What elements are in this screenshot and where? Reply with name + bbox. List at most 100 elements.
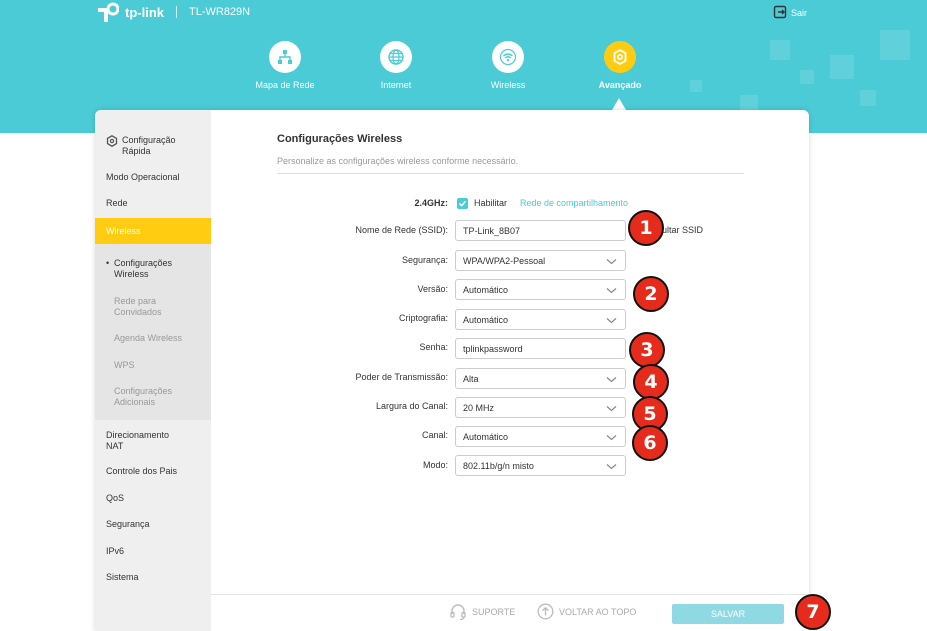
nav-tab-advanced[interactable]: Avançado [575, 41, 665, 90]
sidebar-item-nat-forwarding[interactable]: Direcionamento NAT [95, 430, 185, 452]
sidebar-item-quick-setup[interactable]: Configuração Rápida [95, 135, 211, 157]
annotation-marker: 4 [633, 364, 669, 400]
nav-label: Internet [380, 80, 412, 90]
chevron-down-icon [606, 288, 617, 294]
globe-icon [380, 41, 412, 73]
arrow-up-circle-icon [537, 603, 554, 620]
main-panel: Configuração Rápida Modo Operacional Red… [95, 110, 809, 631]
security-label: Segurança: [401, 255, 448, 265]
submenu-item-wps[interactable]: WPS [114, 360, 135, 371]
tx-power-value: Alta [463, 373, 479, 384]
checkmark-icon [458, 200, 467, 207]
chevron-down-icon [606, 259, 617, 265]
mode-label: Modo: [422, 460, 448, 470]
page-subtitle: Personalize as configurações wireless co… [277, 156, 519, 166]
version-select[interactable]: Automático [455, 279, 626, 300]
nav-label: Mapa de Rede [255, 80, 315, 90]
save-button[interactable]: SALVAR [672, 604, 784, 624]
password-input[interactable]: tplinkpassword [455, 338, 626, 359]
content-area: Configurações Wireless Personalize as co… [211, 110, 809, 631]
gear-icon [604, 41, 636, 73]
bandwidth-value: 20 MHz [463, 402, 495, 413]
password-label: Senha: [419, 342, 448, 352]
enable-label: Habilitar [474, 198, 508, 208]
active-tab-pointer [612, 98, 626, 110]
logout-button[interactable]: Sair [773, 5, 807, 21]
brand-name: tp-link [125, 4, 164, 20]
sidebar-item-qos[interactable]: QoS [95, 493, 211, 504]
submenu-item-wireless-settings[interactable]: • Configurações Wireless [106, 258, 199, 280]
sidebar-item-parental-control[interactable]: Controle dos Pais [95, 466, 211, 477]
annotation-marker: 2 [633, 276, 669, 312]
encryption-select[interactable]: Automático [455, 309, 626, 330]
tx-power-label: Poder de Transmissão: [355, 372, 448, 382]
annotation-marker: 3 [629, 332, 665, 368]
band-label: 2.4GHz: [414, 198, 448, 208]
logo-divider [176, 6, 177, 18]
header-decoration [800, 70, 814, 84]
wireless-submenu: • Configurações Wireless Rede para Convi… [95, 244, 211, 420]
sharing-network-link[interactable]: Rede de compartilhamento [520, 198, 628, 208]
encryption-label: Criptografia: [398, 313, 448, 323]
hide-ssid-label[interactable]: ultar SSID [662, 225, 703, 235]
wifi-icon [492, 41, 524, 73]
chevron-down-icon [606, 318, 617, 324]
support-button[interactable]: SUPORTE [449, 603, 515, 621]
ssid-input[interactable]: TP-Link_8B07 [455, 220, 626, 241]
headset-icon [450, 604, 466, 621]
password-value: tplinkpassword [463, 343, 523, 354]
back-to-top-button[interactable]: VOLTAR AO TOPO [537, 603, 636, 620]
nav-tab-network-map[interactable]: Mapa de Rede [240, 41, 330, 90]
logout-icon [773, 5, 787, 21]
ssid-label: Nome de Rede (SSID): [355, 225, 448, 235]
security-select[interactable]: WPA/WPA2-Pessoal [455, 250, 626, 271]
annotation-marker: 1 [628, 210, 664, 246]
sidebar-item-wireless[interactable]: Wireless [95, 218, 211, 244]
model-name: TL-WR829N [189, 6, 251, 18]
version-label: Versão: [417, 284, 448, 294]
annotation-marker: 7 [795, 594, 831, 630]
version-value: Automático [463, 284, 509, 295]
title-divider [277, 173, 744, 174]
back-to-top-label: VOLTAR AO TOPO [559, 606, 637, 617]
nav-label: Avançado [598, 80, 642, 90]
channel-label: Canal: [421, 430, 448, 440]
submenu-item-additional-settings[interactable]: Configurações Adicionais [114, 386, 184, 408]
bandwidth-label: Largura do Canal: [375, 401, 448, 411]
channel-select[interactable]: Automático [455, 426, 626, 447]
header-decoration [860, 90, 876, 106]
header-decoration [770, 40, 790, 60]
tx-power-select[interactable]: Alta [455, 368, 626, 389]
logout-label: Sair [791, 8, 808, 18]
sidebar-item-system[interactable]: Sistema [95, 572, 211, 583]
submenu-item-wireless-schedule[interactable]: Agenda Wireless [114, 333, 182, 344]
sidebar-item-network[interactable]: Rede [95, 198, 211, 209]
bullet-icon: • [106, 258, 110, 268]
nav-tab-internet[interactable]: Internet [351, 41, 441, 90]
mode-select[interactable]: 802.11b/g/n misto [455, 455, 626, 476]
network-map-icon [269, 41, 301, 73]
header-decoration [690, 80, 702, 92]
sidebar-item-label: Configuração Rápida [122, 135, 176, 156]
mode-value: 802.11b/g/n misto [463, 460, 534, 471]
brand-logo: tp-link TL-WR829N [95, 0, 250, 24]
nav-label: Wireless [490, 80, 526, 90]
channel-value: Automático [463, 431, 509, 442]
ssid-value: TP-Link_8B07 [463, 225, 521, 236]
sidebar-item-ipv6[interactable]: IPv6 [95, 546, 211, 557]
sidebar-item-operation-mode[interactable]: Modo Operacional [95, 172, 211, 183]
submenu-item-guest-network[interactable]: Rede para Convidados [114, 296, 184, 318]
footer-bar: SUPORTE VOLTAR AO TOPO SALVAR 7 [211, 594, 831, 631]
nav-tab-wireless[interactable]: Wireless [463, 41, 553, 90]
bandwidth-select[interactable]: 20 MHz [455, 397, 626, 418]
annotation-marker: 6 [632, 425, 668, 461]
tplink-logo-icon [95, 0, 120, 24]
chevron-down-icon [606, 406, 617, 412]
encryption-value: Automático [463, 314, 509, 325]
sidebar: Configuração Rápida Modo Operacional Red… [95, 110, 211, 631]
header-decoration [830, 55, 854, 79]
enable-checkbox[interactable] [457, 198, 468, 209]
chevron-down-icon [606, 377, 617, 383]
chevron-down-icon [606, 464, 617, 470]
sidebar-item-security[interactable]: Segurança [95, 519, 211, 530]
